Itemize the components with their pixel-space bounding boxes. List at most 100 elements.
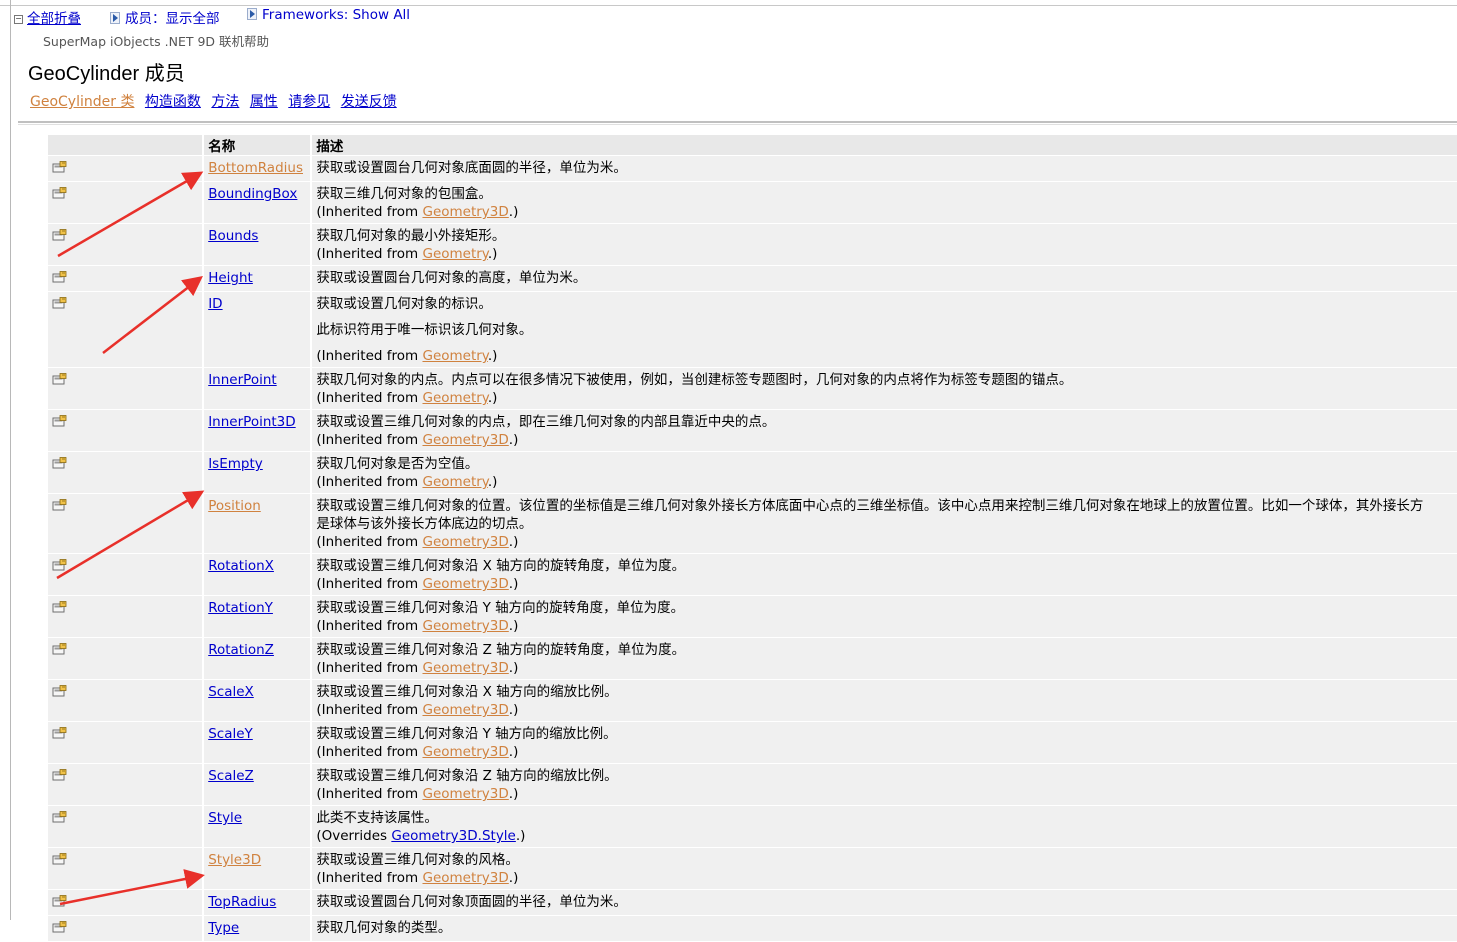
note-prefix: (Inherited from	[316, 702, 423, 718]
icon-column-header	[48, 135, 203, 155]
base-class-link[interactable]: Geometry3D	[422, 618, 508, 634]
base-class-link[interactable]: Geometry	[422, 246, 487, 262]
table-row: RotationX 获取或设置三维几何对象沿 X 轴方向的旋转角度，单位为度。 (I…	[48, 554, 1457, 595]
note-prefix: (Inherited from	[316, 786, 423, 802]
member-link[interactable]: ScaleZ	[208, 768, 254, 784]
member-link[interactable]: Position	[208, 498, 261, 514]
description-text: 获取或设置圆台几何对象的高度，单位为米。	[316, 270, 587, 286]
description-remark: 此标识符用于唯一标识该几何对象。	[316, 322, 533, 338]
inherited-from-note: (Inherited from Geometry3D.)	[316, 702, 518, 718]
member-link[interactable]: ScaleX	[208, 684, 254, 700]
property-icon	[52, 229, 67, 241]
table-row: ScaleX 获取或设置三维几何对象沿 X 轴方向的缩放比例。 (Inherited…	[48, 680, 1457, 721]
name-cell: ScaleX	[204, 680, 311, 721]
base-class-link[interactable]: Geometry3D	[422, 660, 508, 676]
description-cell: 获取或设置三维几何对象沿 Z 轴方向的旋转角度，单位为度。 (Inherited …	[312, 638, 1457, 679]
note-suffix: .)	[508, 744, 519, 760]
icon-cell	[48, 182, 203, 223]
base-class-link[interactable]: Geometry	[422, 348, 487, 364]
table-row: Height 获取或设置圆台几何对象的高度，单位为米。	[48, 266, 1457, 291]
property-icon	[52, 559, 67, 571]
note-suffix: .)	[508, 534, 519, 550]
icon-cell	[48, 368, 203, 409]
members-filter-label[interactable]: 成员：显示全部	[125, 11, 220, 27]
description-text: 获取或设置三维几何对象沿 X 轴方向的缩放比例。	[316, 684, 618, 700]
base-class-link[interactable]: Geometry3D	[422, 702, 508, 718]
inherited-from-note: (Inherited from Geometry3D.)	[316, 534, 518, 550]
member-link[interactable]: RotationZ	[208, 642, 274, 658]
member-link[interactable]: ScaleY	[208, 726, 253, 742]
nav-link-methods[interactable]: 方法	[211, 94, 239, 110]
member-link[interactable]: TopRadius	[208, 894, 276, 910]
description-text: 获取或设置三维几何对象的内点，即在三维几何对象的内部且靠近中央的点。	[316, 414, 776, 430]
base-class-link[interactable]: Geometry3D	[422, 576, 508, 592]
base-class-link[interactable]: Geometry3D	[422, 204, 508, 220]
member-link[interactable]: Style3D	[208, 852, 261, 868]
inherited-from-note: (Inherited from Geometry3D.)	[316, 744, 518, 760]
description-text: 获取或设置三维几何对象沿 Y 轴方向的缩放比例。	[316, 726, 617, 742]
member-link[interactable]: Type	[208, 920, 239, 936]
member-link[interactable]: IsEmpty	[208, 456, 263, 472]
member-link[interactable]: Height	[208, 270, 253, 286]
member-link[interactable]: Bounds	[208, 228, 258, 244]
name-cell: ScaleY	[204, 722, 311, 763]
nav-link-see-also[interactable]: 请参见	[288, 94, 330, 110]
icon-cell	[48, 638, 203, 679]
description-text: 获取或设置三维几何对象沿 Z 轴方向的旋转角度，单位为度。	[316, 642, 686, 658]
description-text: 获取几何对象的类型。	[316, 920, 452, 936]
nav-link-constructors[interactable]: 构造函数	[145, 94, 201, 110]
description-text: 获取或设置三维几何对象沿 Y 轴方向的旋转角度，单位为度。	[316, 600, 685, 616]
base-class-link[interactable]: Geometry	[422, 474, 487, 490]
member-link[interactable]: RotationX	[208, 558, 274, 574]
member-link[interactable]: RotationY	[208, 600, 273, 616]
icon-cell	[48, 806, 203, 847]
base-class-link[interactable]: Geometry3D	[422, 786, 508, 802]
property-icon	[52, 921, 67, 933]
property-icon	[52, 811, 67, 823]
property-icon	[52, 601, 67, 613]
nav-link-properties[interactable]: 属性	[250, 94, 278, 110]
member-link[interactable]: InnerPoint	[208, 372, 276, 388]
inherited-from-note: (Inherited from Geometry.)	[316, 474, 497, 490]
name-cell: Position	[204, 494, 311, 553]
frameworks-filter[interactable]: Frameworks: Show All	[247, 7, 410, 23]
description-column-header: 描述	[312, 135, 1457, 155]
note-suffix: .)	[487, 246, 498, 262]
base-class-link[interactable]: Geometry3D	[422, 432, 508, 448]
property-icon	[52, 499, 67, 511]
member-link[interactable]: BottomRadius	[208, 160, 303, 176]
base-class-link[interactable]: Geometry3D	[422, 534, 508, 550]
icon-cell	[48, 890, 203, 915]
base-class-link[interactable]: Geometry3D	[422, 744, 508, 760]
icon-cell	[48, 848, 203, 889]
nav-link-feedback[interactable]: 发送反馈	[341, 94, 397, 110]
base-class-link[interactable]: Geometry3D.Style	[391, 828, 516, 844]
member-link[interactable]: Style	[208, 810, 242, 826]
note-suffix: .)	[487, 474, 498, 490]
member-link[interactable]: ID	[208, 296, 222, 312]
description-cell: 获取几何对象是否为空值。 (Inherited from Geometry.)	[312, 452, 1457, 493]
description-text: 获取或设置三维几何对象的位置。该位置的坐标值是三维几何对象外接长方体底面中心点的…	[316, 498, 1424, 514]
icon-cell	[48, 224, 203, 265]
description-text: 获取三维几何对象的包围盒。	[316, 186, 492, 202]
inherited-from-note: (Inherited from Geometry.)	[316, 246, 497, 262]
note-prefix: (Inherited from	[316, 534, 423, 550]
member-link[interactable]: BoundingBox	[208, 186, 297, 202]
collapse-all-control[interactable]: − 全部折叠	[14, 7, 81, 27]
inherited-from-note: (Inherited from Geometry3D.)	[316, 432, 518, 448]
table-row: InnerPoint3D 获取或设置三维几何对象的内点，即在三维几何对象的内部且靠…	[48, 410, 1457, 451]
name-cell: InnerPoint3D	[204, 410, 311, 451]
description-text: 获取或设置三维几何对象的风格。	[316, 852, 519, 868]
collapse-all-link[interactable]: 全部折叠	[27, 11, 81, 27]
base-class-link[interactable]: Geometry	[422, 390, 487, 406]
frameworks-filter-label[interactable]: Frameworks: Show All	[262, 7, 410, 23]
note-prefix: (Inherited from	[316, 744, 423, 760]
property-icon	[52, 685, 67, 697]
nav-link-class[interactable]: GeoCylinder 类	[30, 94, 134, 110]
member-link[interactable]: InnerPoint3D	[208, 414, 295, 430]
members-filter[interactable]: 成员：显示全部	[110, 7, 220, 27]
inherited-from-note: (Inherited from Geometry3D.)	[316, 618, 518, 634]
note-suffix: .)	[487, 390, 498, 406]
description-cell: 获取或设置三维几何对象沿 Y 轴方向的旋转角度，单位为度。 (Inherited …	[312, 596, 1457, 637]
base-class-link[interactable]: Geometry3D	[422, 870, 508, 886]
